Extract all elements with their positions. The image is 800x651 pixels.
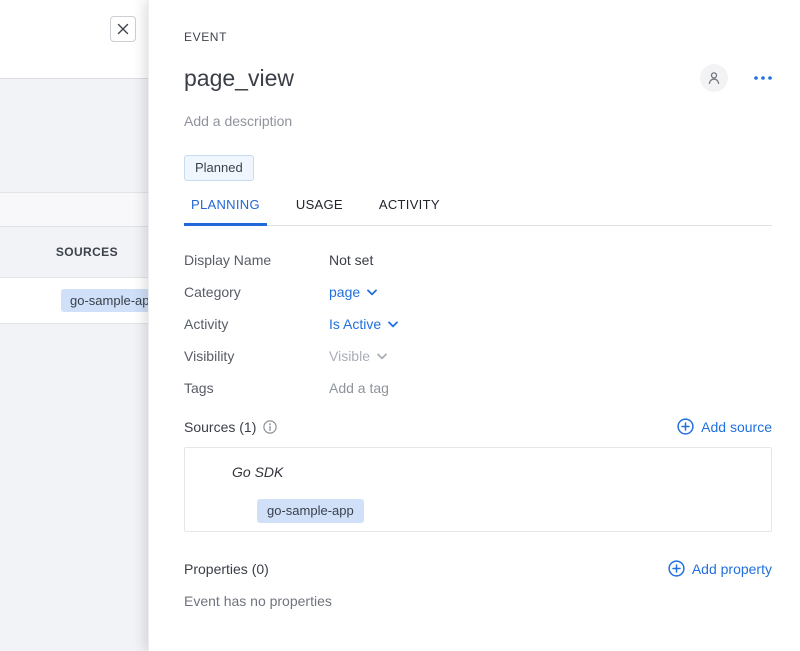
chevron-down-icon bbox=[377, 353, 387, 360]
sources-heading: Sources (1) bbox=[184, 419, 277, 435]
event-detail-panel: EVENT page_view Add a description Planne… bbox=[148, 0, 800, 651]
background-section bbox=[0, 324, 149, 651]
field-row-display-name: Display Name Not set bbox=[184, 252, 772, 268]
sources-column-header: SOURCES bbox=[0, 227, 149, 278]
source-name: Go SDK bbox=[232, 464, 771, 480]
activity-dropdown[interactable]: Is Active bbox=[329, 316, 398, 332]
close-button[interactable] bbox=[110, 16, 136, 42]
tab-usage[interactable]: USAGE bbox=[289, 197, 350, 225]
source-card: Go SDK go-sample-app bbox=[184, 447, 772, 532]
activity-value: Is Active bbox=[329, 316, 381, 332]
sources-column-header-label: SOURCES bbox=[56, 245, 118, 259]
field-row-visibility: Visibility Visible bbox=[184, 348, 772, 364]
category-dropdown[interactable]: page bbox=[329, 284, 377, 300]
field-label: Tags bbox=[184, 380, 329, 396]
panel-kicker: EVENT bbox=[184, 30, 772, 44]
plus-circle-icon bbox=[677, 418, 694, 435]
tab-activity[interactable]: ACTIVITY bbox=[372, 197, 447, 225]
description-input[interactable]: Add a description bbox=[184, 113, 772, 129]
field-row-category: Category page bbox=[184, 284, 772, 300]
background-modal-header bbox=[0, 0, 149, 79]
properties-section-header: Properties (0) Add property bbox=[184, 560, 772, 577]
field-row-tags: Tags Add a tag bbox=[184, 380, 772, 396]
source-tag[interactable]: go-sample-app bbox=[257, 499, 364, 523]
properties-heading-label: Properties (0) bbox=[184, 561, 269, 577]
table-row[interactable]: go-sample-app bbox=[0, 278, 149, 324]
properties-heading: Properties (0) bbox=[184, 561, 269, 577]
add-property-button[interactable]: Add property bbox=[668, 560, 772, 577]
sources-heading-label: Sources (1) bbox=[184, 419, 256, 435]
visibility-dropdown: Visible bbox=[329, 348, 387, 364]
sources-section-header: Sources (1) Add source bbox=[184, 418, 772, 435]
field-label: Display Name bbox=[184, 252, 329, 268]
person-icon bbox=[706, 70, 722, 86]
add-source-label: Add source bbox=[701, 419, 772, 435]
display-name-value[interactable]: Not set bbox=[329, 252, 373, 268]
field-row-activity: Activity Is Active bbox=[184, 316, 772, 332]
add-property-label: Add property bbox=[692, 561, 772, 577]
background-section bbox=[0, 193, 149, 227]
assignee-button[interactable] bbox=[700, 64, 728, 92]
info-icon[interactable] bbox=[263, 420, 277, 434]
field-label: Activity bbox=[184, 316, 329, 332]
plus-circle-icon bbox=[668, 560, 685, 577]
properties-empty-text: Event has no properties bbox=[184, 593, 772, 609]
more-actions-button[interactable] bbox=[754, 76, 772, 80]
field-label: Visibility bbox=[184, 348, 329, 364]
planning-fields: Display Name Not set Category page Activ… bbox=[184, 252, 772, 396]
page-title: page_view bbox=[184, 65, 700, 92]
ellipsis-menu-icon bbox=[754, 76, 772, 80]
tags-input[interactable]: Add a tag bbox=[329, 380, 389, 396]
background-section bbox=[0, 79, 149, 193]
category-value: page bbox=[329, 284, 360, 300]
tab-planning[interactable]: PLANNING bbox=[184, 197, 267, 226]
status-badge[interactable]: Planned bbox=[184, 155, 254, 181]
field-label: Category bbox=[184, 284, 329, 300]
title-row: page_view bbox=[184, 64, 772, 92]
visibility-value: Visible bbox=[329, 348, 370, 364]
tab-bar: PLANNING USAGE ACTIVITY bbox=[184, 197, 772, 226]
add-source-button[interactable]: Add source bbox=[677, 418, 772, 435]
chevron-down-icon bbox=[367, 289, 377, 296]
close-icon bbox=[117, 23, 129, 35]
background-page: SOURCES go-sample-app bbox=[0, 0, 149, 651]
chevron-down-icon bbox=[388, 321, 398, 328]
